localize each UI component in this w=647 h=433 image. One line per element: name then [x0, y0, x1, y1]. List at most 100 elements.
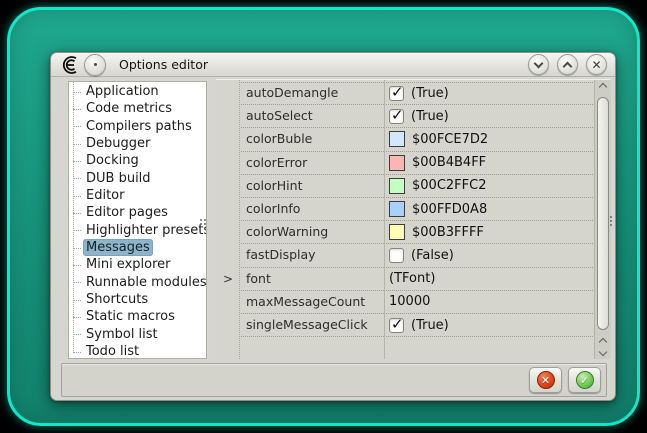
property-values-column: (True)(True)$00FCE7D2$00B4B4FF$00C2FFC2$… [386, 80, 593, 359]
cancel-button[interactable]: ✕ [529, 367, 562, 393]
sidebar-item-label: Code metrics [83, 101, 175, 116]
category-tree-list: Application Code metrics Compilers paths De… [69, 82, 206, 359]
sidebar-item-label: Debugger [83, 136, 153, 151]
property-names-column: autoDemangleautoSelectcolorBublecolorErr… [241, 80, 384, 359]
property-value[interactable]: (True) [386, 314, 593, 337]
property-value-text: (True) [411, 318, 449, 333]
property-value[interactable]: $00B4B4FF [386, 152, 593, 175]
accept-button[interactable]: ✓ [568, 367, 601, 393]
property-name[interactable]: fastDisplay [241, 244, 384, 267]
accept-check-icon: ✓ [576, 371, 594, 389]
window-menu-button[interactable] [84, 54, 106, 76]
property-value[interactable]: (True) [386, 82, 593, 105]
property-value[interactable]: $00FCE7D2 [386, 128, 593, 151]
property-value-text: (TFont) [389, 271, 435, 286]
sidebar-item-todo-list[interactable]: Todo list [69, 343, 206, 359]
property-grid: > autoDemangleautoSelectcolorBublecolorE… [216, 79, 611, 359]
unshade-button[interactable] [557, 54, 578, 75]
sidebar-item-code-metrics[interactable]: Code metrics [69, 100, 206, 117]
sidebar-item-dub-build[interactable]: DUB build [69, 170, 206, 187]
property-value[interactable]: $00B3FFFF [386, 221, 593, 244]
scroll-up-icon[interactable] [599, 83, 607, 91]
desktop-frame: Options editor ✕ Application Code metrics… [7, 7, 640, 426]
sidebar-item-label: DUB build [83, 171, 154, 186]
property-name[interactable]: autoDemangle [241, 82, 384, 105]
window-resize-grip[interactable] [610, 216, 613, 228]
property-color-swatch[interactable] [389, 131, 405, 147]
sidebar-item-editor-pages[interactable]: Editor pages [69, 204, 206, 221]
chevron-up-icon [563, 61, 573, 71]
property-value-text: $00B4B4FF [412, 155, 486, 170]
sidebar-item-highlighter-presets[interactable]: Highlighter presets [69, 222, 206, 239]
property-name[interactable]: maxMessageCount [241, 291, 384, 314]
property-value-text: $00C2FFC2 [412, 178, 486, 193]
sidebar-item-label: Editor pages [83, 205, 171, 220]
property-value-text: $00FCE7D2 [412, 132, 488, 147]
property-value[interactable]: $00C2FFC2 [386, 175, 593, 198]
sidebar-item-shortcuts[interactable]: Shortcuts [69, 291, 206, 308]
property-checkbox[interactable] [389, 109, 404, 124]
category-tree[interactable]: Application Code metrics Compilers paths De… [68, 81, 207, 359]
property-checkbox[interactable] [389, 86, 404, 101]
sidebar-item-label: Shortcuts [83, 292, 151, 307]
sidebar-item-editor[interactable]: Editor [69, 187, 206, 204]
chevron-down-icon [534, 58, 544, 68]
sidebar-item-symbol-list[interactable]: Symbol list [69, 326, 206, 343]
close-button[interactable]: ✕ [586, 54, 607, 75]
sidebar-item-docking[interactable]: Docking [69, 152, 206, 169]
sidebar-item-application[interactable]: Application [69, 83, 206, 100]
property-name[interactable]: colorHint [241, 175, 384, 198]
property-color-swatch[interactable] [389, 201, 405, 217]
property-value-text: (False) [411, 248, 454, 263]
property-value[interactable]: (TFont) [386, 268, 593, 291]
sidebar-item-label: Editor [83, 188, 127, 203]
options-editor-window: Options editor ✕ Application Code metrics… [50, 52, 616, 401]
sidebar-item-label: Docking [83, 153, 142, 168]
property-value-text: $00B3FFFF [412, 225, 484, 240]
sidebar-item-label: Todo list [83, 344, 142, 359]
sidebar-item-label: Runnable modules [83, 275, 207, 290]
property-checkbox[interactable] [389, 248, 404, 263]
scroll-up-icon[interactable] [599, 338, 607, 346]
property-value[interactable]: (True) [386, 105, 593, 128]
grid-scrollbar[interactable] [594, 80, 611, 359]
sidebar-item-label: Messages [83, 239, 153, 256]
grid-column-divider[interactable] [384, 80, 385, 359]
property-name[interactable]: colorError [241, 152, 384, 175]
sidebar-item-label: Static macros [83, 309, 178, 324]
window-title: Options editor [119, 53, 208, 77]
scrollbar-thumb[interactable] [597, 97, 609, 330]
property-name[interactable]: autoSelect [241, 105, 384, 128]
property-color-swatch[interactable] [389, 155, 405, 171]
property-grid-gutter: > [216, 80, 240, 359]
property-name[interactable]: colorInfo [241, 198, 384, 221]
property-checkbox[interactable] [389, 318, 404, 333]
sidebar-item-label: Highlighter presets [83, 223, 207, 238]
sidebar-item-messages[interactable]: Messages [69, 239, 206, 256]
sidebar-item-label: Compilers paths [83, 119, 195, 134]
property-value[interactable]: (False) [386, 244, 593, 267]
selected-row-marker-icon: > [216, 268, 240, 291]
property-name[interactable]: singleMessageClick [241, 314, 384, 337]
property-value[interactable]: 10000 [386, 291, 593, 314]
property-name[interactable]: font [241, 268, 384, 291]
close-icon: ✕ [591, 59, 601, 71]
sidebar-item-mini-explorer[interactable]: Mini explorer [69, 256, 206, 273]
shade-button[interactable] [528, 54, 549, 75]
scroll-down-icon[interactable] [599, 348, 607, 356]
sidebar-item-runnable-modules[interactable]: Runnable modules [69, 274, 206, 291]
property-value-text: $00FFD0A8 [412, 202, 487, 217]
sidebar-item-label: Mini explorer [83, 257, 174, 272]
sidebar-item-compilers-paths[interactable]: Compilers paths [69, 118, 206, 135]
property-color-swatch[interactable] [389, 178, 405, 194]
property-color-swatch[interactable] [389, 224, 405, 240]
titlebar[interactable]: Options editor ✕ [51, 53, 615, 77]
tree-grid-splitter[interactable] [208, 81, 216, 359]
screenshot-background: Options editor ✕ Application Code metrics… [0, 0, 647, 433]
property-name[interactable]: colorWarning [241, 221, 384, 244]
sidebar-item-static-macros[interactable]: Static macros [69, 308, 206, 325]
sidebar-item-label: Application [83, 84, 162, 99]
sidebar-item-debugger[interactable]: Debugger [69, 135, 206, 152]
property-value[interactable]: $00FFD0A8 [386, 198, 593, 221]
property-name[interactable]: colorBuble [241, 128, 384, 151]
